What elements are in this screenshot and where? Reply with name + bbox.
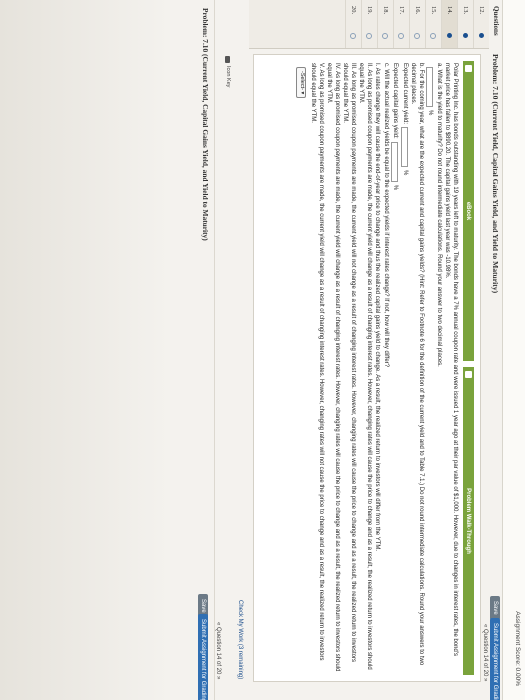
sidebar-item-19[interactable]: 19. (361, 0, 377, 48)
tab-ebook[interactable]: eBook (463, 61, 474, 361)
screen: { "header": { "assignment_score": "Assig… (0, 0, 525, 700)
sidebar-item-17[interactable]: 17. (393, 0, 409, 48)
status-dot (447, 33, 452, 38)
status-dot (463, 33, 468, 38)
problem-title-footer: Problem: 7.10 (Current Yield, Capital Ga… (201, 8, 210, 241)
option-i: I. As rates change they will cause the e… (374, 63, 381, 552)
save-button-top[interactable]: Save (490, 596, 500, 620)
submit-button-top[interactable]: Submit Assignment for Grading (490, 618, 500, 700)
ebook-icon (465, 65, 472, 72)
sidebar-item-18[interactable]: 18. (377, 0, 393, 48)
status-dot (382, 33, 388, 39)
question-nav-bottom[interactable]: « Question 14 of 20 » (215, 622, 221, 679)
status-dot (398, 33, 404, 39)
video-icon (465, 371, 472, 378)
capital-gains-label: Expected capital gains yield: (392, 63, 399, 139)
status-dot (430, 33, 436, 39)
submit-button-bottom[interactable]: Submit Assignment for Grading (198, 614, 208, 700)
ytm-input[interactable] (426, 67, 434, 107)
status-dot (479, 33, 484, 38)
assignment-score: Assignment Score: 0.00% (514, 611, 521, 686)
chevron-down-icon: ▾ (299, 91, 305, 95)
tab-walkthrough[interactable]: Problem Walk-Through (463, 367, 474, 675)
part-a-question: a. What is the yield to maturity? Do not… (436, 63, 442, 367)
status-dot (414, 33, 420, 39)
capital-gains-input[interactable] (391, 141, 399, 182)
current-yield-label: Expected current yield: (402, 63, 408, 125)
sidebar-item-16[interactable]: 16. (409, 0, 425, 48)
sidebar-item-14[interactable]: 14. (441, 0, 457, 48)
percent-unit: % (392, 184, 399, 191)
questions-heading: Questions (492, 6, 500, 36)
option-ii: II. As long as promised coupon payments … (358, 63, 373, 670)
option-v: V. As long as promised coupon payments a… (310, 63, 325, 661)
top-bar: Assignment Score: 0.00% (502, 0, 525, 700)
option-iv: IV. As long as promised coupon payments … (326, 63, 341, 672)
icon-key[interactable]: Icon Key (225, 56, 231, 87)
current-yield-input[interactable] (400, 127, 408, 168)
option-iii: III. As long as promised coupon payments… (342, 63, 357, 662)
problem-content: Polar Printing Inc. has bonds outstandin… (296, 63, 459, 673)
desk-background (0, 0, 170, 700)
problem-intro: Polar Printing Inc. has bonds outstandin… (444, 63, 459, 656)
part-b-question: b. For the coming year, what are the exp… (410, 63, 425, 666)
percent-unit: % (402, 170, 408, 176)
sidebar-item-13[interactable]: 13. (457, 0, 473, 48)
part-c-question: c. Will the actual realized yields be eq… (383, 63, 389, 368)
divider (214, 0, 215, 700)
percent-unit: % (427, 110, 434, 116)
answer-select[interactable]: -Select- ▾ (296, 67, 306, 99)
question-nav-top[interactable]: « Question 14 of 20 » (482, 624, 488, 681)
status-dot (350, 33, 356, 39)
tab-bar: eBook Problem Walk-Through (463, 61, 474, 675)
sidebar-item-12[interactable]: 12. (473, 0, 489, 48)
check-work-link[interactable]: Check My Work (3 remaining) (237, 600, 243, 679)
sidebar-item-15[interactable]: 15. (425, 0, 441, 48)
status-dot (366, 33, 372, 39)
question-sidebar: 12. 13. 14. 15. 16. 17. 18. 19. 20. (249, 0, 489, 49)
sidebar-item-20[interactable]: 20. (345, 0, 361, 48)
problem-panel: eBook Problem Walk-Through Polar Printin… (253, 54, 481, 682)
key-icon (225, 56, 231, 63)
problem-title: Problem: 7.10 (Current Yield, Capital Ga… (491, 54, 500, 294)
